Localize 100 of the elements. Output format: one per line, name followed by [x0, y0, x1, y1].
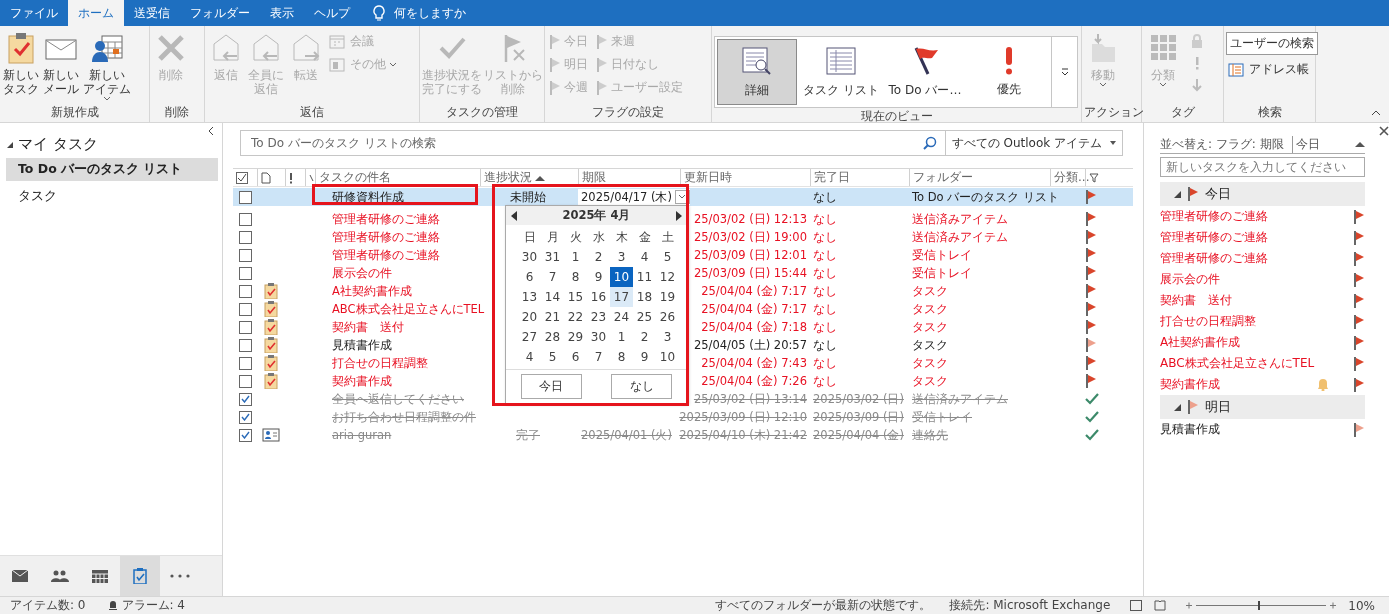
complete-checkbox[interactable] — [239, 248, 252, 262]
group-header[interactable]: 明日 — [1160, 395, 1365, 419]
calendar-day[interactable]: 7 — [587, 347, 610, 367]
ribbon-tab[interactable]: 表示 — [260, 0, 304, 26]
task-item[interactable]: A社契約書作成 — [1160, 334, 1353, 351]
calendar-day[interactable]: 22 — [564, 307, 587, 327]
column-header[interactable]: 期限 — [578, 169, 680, 186]
sort-value[interactable]: 今日 — [1292, 135, 1355, 153]
ribbon-tab[interactable]: ヘルプ — [304, 0, 360, 26]
group-header[interactable]: 今日 — [1160, 182, 1365, 206]
calendar-day[interactable]: 10 — [656, 347, 679, 367]
calendar-day[interactable]: 12 — [656, 267, 679, 287]
tasks-button[interactable] — [120, 556, 160, 596]
new-task-field[interactable]: 新しいタスクを入力してください — [1160, 157, 1365, 177]
calendar-day[interactable]: 2 — [633, 327, 656, 347]
complete-checkbox[interactable] — [239, 266, 252, 280]
calendar-day[interactable]: 20 — [518, 307, 541, 327]
calendar-day[interactable]: 5 — [541, 347, 564, 367]
task-item[interactable]: 契約書 送付 — [1160, 292, 1353, 309]
column-header[interactable]: 更新日時 — [680, 169, 810, 186]
calendar-day[interactable]: 25 — [633, 307, 656, 327]
calendar-day[interactable]: 9 — [633, 347, 656, 367]
calendar-day[interactable]: 8 — [610, 347, 633, 367]
calendar-day[interactable]: 6 — [564, 347, 587, 367]
calendar-day[interactable]: 8 — [564, 267, 587, 287]
nav-item[interactable]: タスク — [6, 185, 218, 208]
nav-item[interactable]: To Do バーのタスク リスト — [6, 158, 218, 181]
calendar-day[interactable]: 4 — [633, 247, 656, 267]
view-option[interactable]: タスク リスト — [801, 39, 881, 105]
task-item[interactable]: 見積書作成 — [1160, 421, 1353, 438]
column-header[interactable]: フォルダー — [909, 169, 1050, 186]
calendar-day[interactable]: 10 — [610, 267, 633, 287]
calendar-day[interactable]: 21 — [541, 307, 564, 327]
ribbon-tab[interactable]: フォルダー — [180, 0, 260, 26]
complete-checkbox[interactable] — [239, 284, 252, 298]
task-item[interactable]: 管理者研修のご連絡 — [1160, 208, 1353, 225]
complete-checkbox[interactable] — [239, 392, 252, 406]
complete-checkbox[interactable] — [239, 410, 252, 424]
calendar-day[interactable]: 5 — [656, 247, 679, 267]
calendar-day[interactable]: 14 — [541, 287, 564, 307]
calendar-day[interactable]: 3 — [656, 327, 679, 347]
complete-checkbox[interactable] — [239, 320, 252, 334]
ribbon-tab[interactable]: 送受信 — [124, 0, 180, 26]
column-header[interactable]: 完了日 — [810, 169, 909, 186]
complete-checkbox[interactable] — [239, 212, 252, 226]
date-picker-button[interactable]: なし — [611, 374, 673, 399]
complete-checkbox[interactable] — [239, 302, 252, 316]
view-option[interactable]: 優先 — [969, 39, 1049, 105]
calendar-day[interactable]: 16 — [587, 287, 610, 307]
calendar-day[interactable]: 9 — [587, 267, 610, 287]
calendar-day[interactable]: 1 — [564, 247, 587, 267]
task-item[interactable]: ABC株式会社足立さんにTEL — [1160, 355, 1353, 372]
calendar-day[interactable]: 31 — [541, 247, 564, 267]
view-option[interactable]: 詳細 — [717, 39, 797, 105]
calendar-day[interactable]: 7 — [541, 267, 564, 287]
calendar-day[interactable]: 30 — [518, 247, 541, 267]
calendar-day[interactable]: 2 — [587, 247, 610, 267]
task-item[interactable]: 管理者研修のご連絡 — [1160, 229, 1353, 246]
complete-checkbox[interactable] — [239, 428, 252, 442]
view-option[interactable]: To Do バー… — [885, 39, 965, 105]
previous-month-button[interactable] — [511, 210, 517, 221]
calendar-day[interactable]: 4 — [518, 347, 541, 367]
calendar-day[interactable]: 27 — [518, 327, 541, 347]
next-month-button[interactable] — [676, 210, 682, 221]
calendar-day[interactable]: 17 — [610, 287, 633, 307]
calendar-day[interactable]: 26 — [656, 307, 679, 327]
ribbon-tab[interactable]: ホーム — [68, 0, 124, 26]
date-picker-button[interactable]: 今日 — [520, 374, 582, 399]
task-item[interactable]: 契約書作成 — [1160, 376, 1317, 393]
calendar-day[interactable]: 11 — [633, 267, 656, 287]
ribbon-button[interactable]: 新しい アイテム — [82, 30, 132, 104]
calendar-day[interactable]: 1 — [610, 327, 633, 347]
calendar-day[interactable]: 29 — [564, 327, 587, 347]
ribbon-button[interactable]: 新しい メール — [42, 30, 80, 98]
calendar-day[interactable]: 15 — [564, 287, 587, 307]
calendar-day[interactable]: 13 — [518, 287, 541, 307]
calendar-day[interactable]: 23 — [587, 307, 610, 327]
ribbon-tab[interactable]: ファイル — [0, 0, 68, 26]
calendar-day[interactable]: 18 — [633, 287, 656, 307]
ribbon-button[interactable]: 新しい タスク — [2, 30, 40, 98]
complete-checkbox[interactable] — [239, 356, 252, 370]
complete-checkbox[interactable] — [239, 374, 252, 388]
ribbon-button[interactable]: アドレス帳 — [1226, 61, 1318, 78]
task-item[interactable]: 管理者研修のご連絡 — [1160, 250, 1353, 267]
complete-checkbox[interactable] — [239, 338, 252, 352]
task-item[interactable]: 展示会の件 — [1160, 271, 1353, 288]
search-people-field[interactable]: ユーザーの検索 — [1226, 32, 1318, 55]
calendar-day[interactable]: 19 — [656, 287, 679, 307]
complete-checkbox[interactable] — [239, 190, 252, 204]
calendar-day[interactable]: 28 — [541, 327, 564, 347]
calendar-day[interactable]: 30 — [587, 327, 610, 347]
search-field[interactable]: To Do バーのタスク リストの検索 すべての Outlook アイテム — [240, 130, 1123, 156]
due-date-field[interactable]: 2025/04/17 (木) — [578, 189, 690, 205]
task-item[interactable]: 打合せの日程調整 — [1160, 313, 1353, 330]
calendar-day[interactable]: 3 — [610, 247, 633, 267]
column-header[interactable]: タスクの件名 — [315, 169, 480, 186]
complete-checkbox[interactable] — [239, 230, 252, 244]
calendar-day[interactable]: 6 — [518, 267, 541, 287]
calendar-day[interactable]: 24 — [610, 307, 633, 327]
column-header[interactable]: 進捗状況 — [480, 169, 578, 186]
